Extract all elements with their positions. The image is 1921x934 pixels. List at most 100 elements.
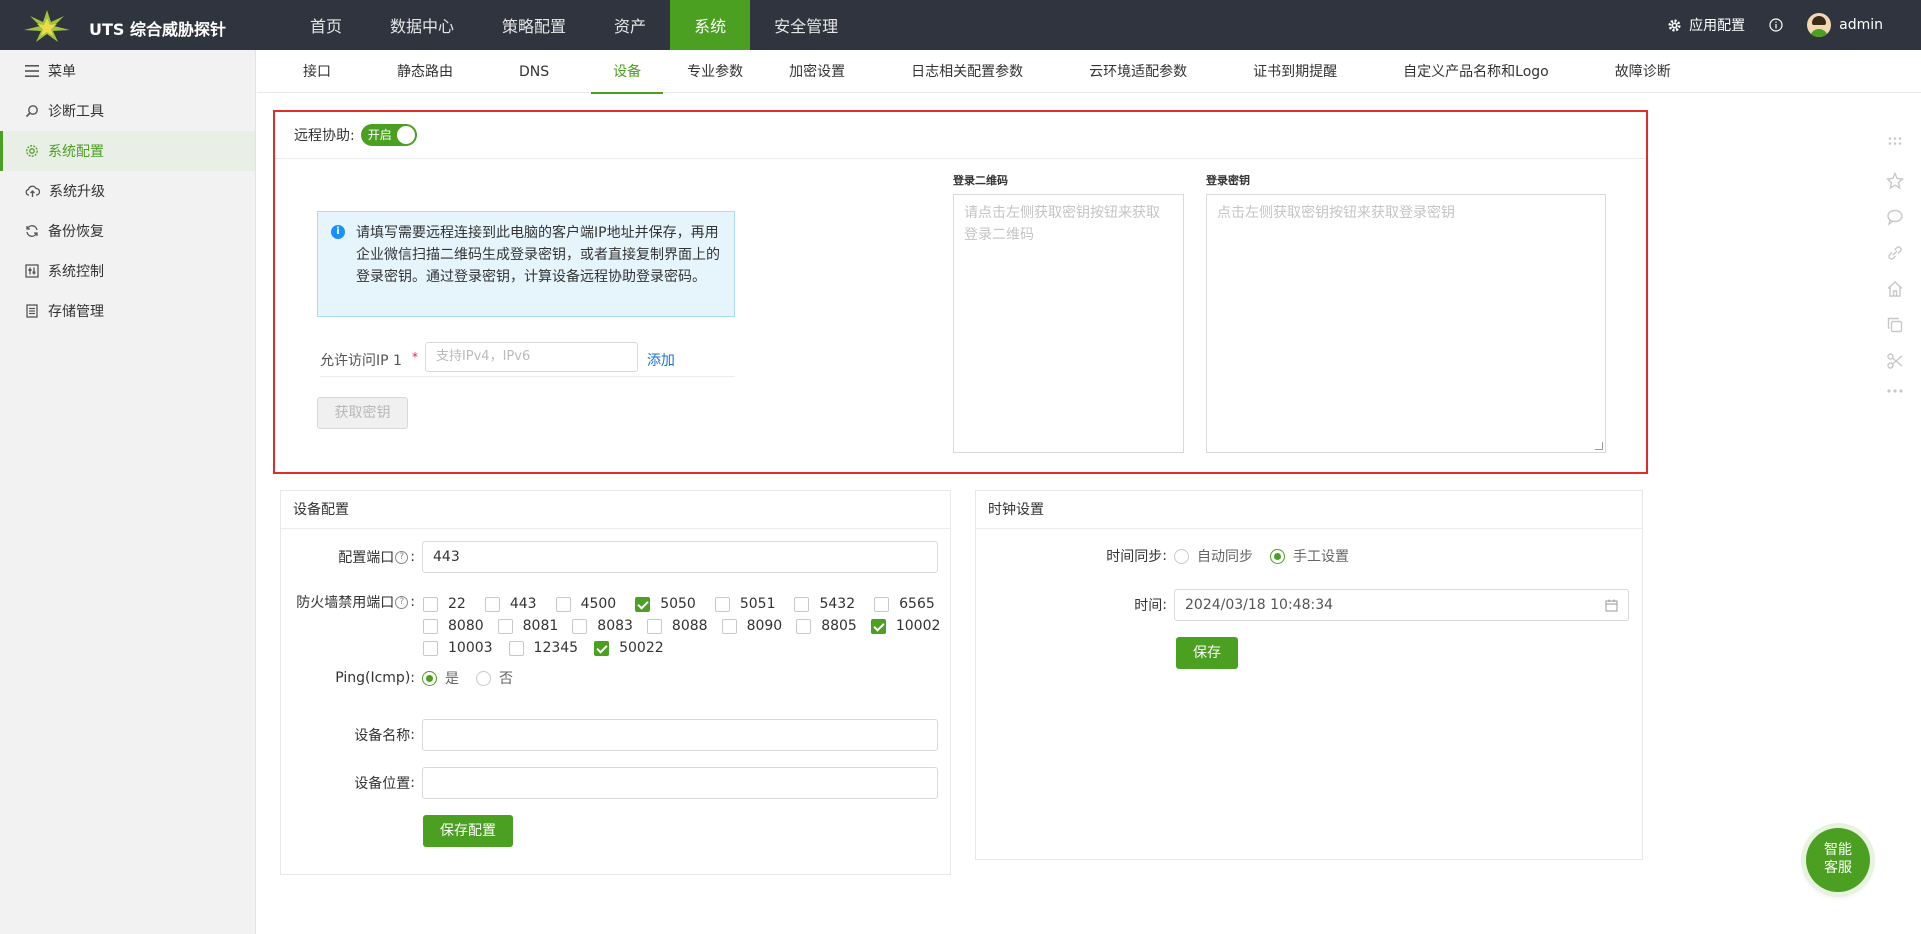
- topnav-security[interactable]: 安全管理: [750, 0, 862, 50]
- refresh-icon: [26, 225, 38, 237]
- radio-selected: [422, 670, 437, 686]
- port-checkbox-6565[interactable]: 6565: [874, 596, 935, 612]
- info-icon[interactable]: [1769, 18, 1783, 32]
- topnav-policy[interactable]: 策略配置: [478, 0, 590, 50]
- config-port-label: 配置端口?:: [338, 549, 415, 566]
- firewall-label-row: 防火墙禁用端口?:: [281, 592, 418, 612]
- drag-handle[interactable]: [1882, 136, 1908, 172]
- tab-static-route[interactable]: 静态路由: [375, 50, 475, 93]
- cut-button[interactable]: [1882, 352, 1908, 388]
- sidebar-item-system-config[interactable]: 系统配置: [0, 131, 255, 171]
- sidebar-item-control[interactable]: 系统控制: [0, 251, 255, 291]
- sidebar-item-diagnostic[interactable]: 诊断工具: [0, 91, 255, 131]
- time-value: 2024/03/18 10:48:34: [1185, 597, 1334, 613]
- device-location-input[interactable]: [422, 767, 938, 799]
- ping-text: Ping(Icmp): [335, 670, 411, 686]
- favorite-button[interactable]: [1882, 172, 1908, 208]
- sidebar-item-label: 存储管理: [48, 304, 104, 320]
- get-key-button[interactable]: 获取密钥: [317, 397, 408, 429]
- port-checkbox-8080[interactable]: 8080: [423, 618, 484, 634]
- topnav-system[interactable]: 系统: [670, 0, 751, 50]
- port-label: 6565: [899, 596, 935, 612]
- clock-settings-title: 时钟设置: [976, 491, 1642, 529]
- port-label: 8805: [821, 618, 857, 634]
- sidebar-item-backup[interactable]: 备份恢复: [0, 211, 255, 251]
- gear-icon: [26, 145, 38, 157]
- tab-cloud-env[interactable]: 云环境适配参数: [1067, 50, 1209, 93]
- save-config-button[interactable]: 保存配置: [423, 815, 513, 847]
- sidebar-item-storage[interactable]: 存储管理: [0, 291, 255, 331]
- port-checkbox-8083[interactable]: 8083: [572, 618, 633, 634]
- port-checkbox-50022[interactable]: 50022: [594, 640, 664, 656]
- more-button[interactable]: [1882, 388, 1908, 424]
- app-title: UTS 综合威胁探针: [89, 20, 227, 39]
- device-name-row: 设备名称:: [281, 719, 938, 751]
- auto-sync-radio[interactable]: 自动同步: [1174, 546, 1253, 566]
- port-checkbox-8081[interactable]: 8081: [497, 618, 558, 634]
- port-checkbox-5050[interactable]: 5050: [635, 596, 696, 612]
- ping-label: Ping(Icmp):: [335, 670, 415, 686]
- port-checkbox-8805[interactable]: 8805: [796, 618, 857, 634]
- copy-button[interactable]: [1882, 316, 1908, 352]
- port-checkbox-5051[interactable]: 5051: [714, 596, 775, 612]
- tab-device[interactable]: 设备: [591, 50, 664, 94]
- user-menu[interactable]: admin: [1807, 13, 1883, 37]
- help-icon[interactable]: ?: [395, 550, 409, 564]
- tab-cert-expiry[interactable]: 证书到期提醒: [1231, 50, 1359, 93]
- topnav-home[interactable]: 首页: [286, 0, 366, 50]
- home-button[interactable]: [1882, 280, 1908, 316]
- device-name-input[interactable]: [422, 719, 938, 751]
- app-config-button[interactable]: 应用配置: [1668, 15, 1745, 35]
- link-button[interactable]: [1882, 244, 1908, 280]
- port-checkbox-22[interactable]: 22: [423, 596, 466, 612]
- calendar-icon[interactable]: [1605, 599, 1618, 612]
- port-checkbox-12345[interactable]: 12345: [508, 640, 578, 656]
- manual-set-radio[interactable]: 手工设置: [1270, 546, 1349, 566]
- port-checkbox-10002[interactable]: 10002: [870, 618, 940, 634]
- star-icon: [1886, 172, 1904, 190]
- port-label: 443: [509, 596, 537, 612]
- port-checkbox-5432[interactable]: 5432: [794, 596, 855, 612]
- time-input[interactable]: 2024/03/18 10:48:34: [1174, 589, 1629, 621]
- port-checkbox-8090[interactable]: 8090: [721, 618, 782, 634]
- sidebar-item-upgrade[interactable]: 系统升级: [0, 171, 255, 211]
- remote-assist-header: 远程协助: 开启: [275, 112, 1646, 159]
- username: admin: [1839, 17, 1883, 33]
- login-key-textarea[interactable]: 点击左侧获取密钥按钮来获取登录密钥: [1206, 194, 1606, 453]
- allowed-ip-input[interactable]: 支持IPv4，IPv6: [424, 342, 638, 372]
- config-port-input[interactable]: 443: [422, 541, 938, 573]
- login-key-placeholder: 点击左侧获取密钥按钮来获取登录密钥: [1217, 205, 1455, 221]
- time-label: 时间:: [1134, 597, 1167, 614]
- remote-assist-toggle[interactable]: 开启: [360, 124, 417, 146]
- logo-icon: [24, 10, 70, 42]
- port-checkbox-443[interactable]: 443: [484, 596, 537, 612]
- add-ip-link[interactable]: 添加: [647, 350, 675, 370]
- tab-interface[interactable]: 接口: [281, 50, 353, 93]
- port-checkbox-10003[interactable]: 10003: [423, 640, 493, 656]
- tab-log-config[interactable]: 日志相关配置参数: [889, 50, 1045, 93]
- topnav-assets[interactable]: 资产: [590, 0, 670, 50]
- ping-yes-radio[interactable]: 是: [422, 668, 459, 688]
- ping-no-radio[interactable]: 否: [476, 668, 513, 688]
- resize-handle[interactable]: [1595, 442, 1603, 450]
- grid-dots-icon: [1888, 137, 1902, 145]
- radio-label: 手工设置: [1293, 549, 1349, 565]
- tab-custom-logo[interactable]: 自定义产品名称和Logo: [1381, 50, 1571, 93]
- help-icon[interactable]: ?: [395, 595, 409, 609]
- sidebar-menu-toggle[interactable]: 菜单: [0, 50, 255, 91]
- save-time-button[interactable]: 保存: [1176, 637, 1238, 669]
- comment-button[interactable]: [1882, 208, 1908, 244]
- tab-dns[interactable]: DNS: [497, 50, 571, 93]
- tab-encryption[interactable]: 加密设置: [767, 50, 867, 93]
- port-checkbox-8088[interactable]: 8088: [646, 618, 708, 634]
- required-mark: *: [411, 350, 418, 364]
- port-checkbox-4500[interactable]: 4500: [555, 596, 616, 612]
- ai-support-button[interactable]: 智能 客服: [1806, 828, 1870, 892]
- login-key-label: 登录密钥: [1206, 174, 1250, 187]
- radio-selected: [1270, 548, 1285, 564]
- firewall-ports-group: 22 443 4500 5050 5051 5432 6565 8080 808…: [423, 593, 940, 659]
- ports-row-3: 10003 12345 50022: [423, 637, 923, 659]
- topnav-data-center[interactable]: 数据中心: [366, 0, 478, 50]
- tab-professional-params[interactable]: 专业参数: [665, 50, 765, 93]
- tab-fault-diagnosis[interactable]: 故障诊断: [1593, 50, 1693, 93]
